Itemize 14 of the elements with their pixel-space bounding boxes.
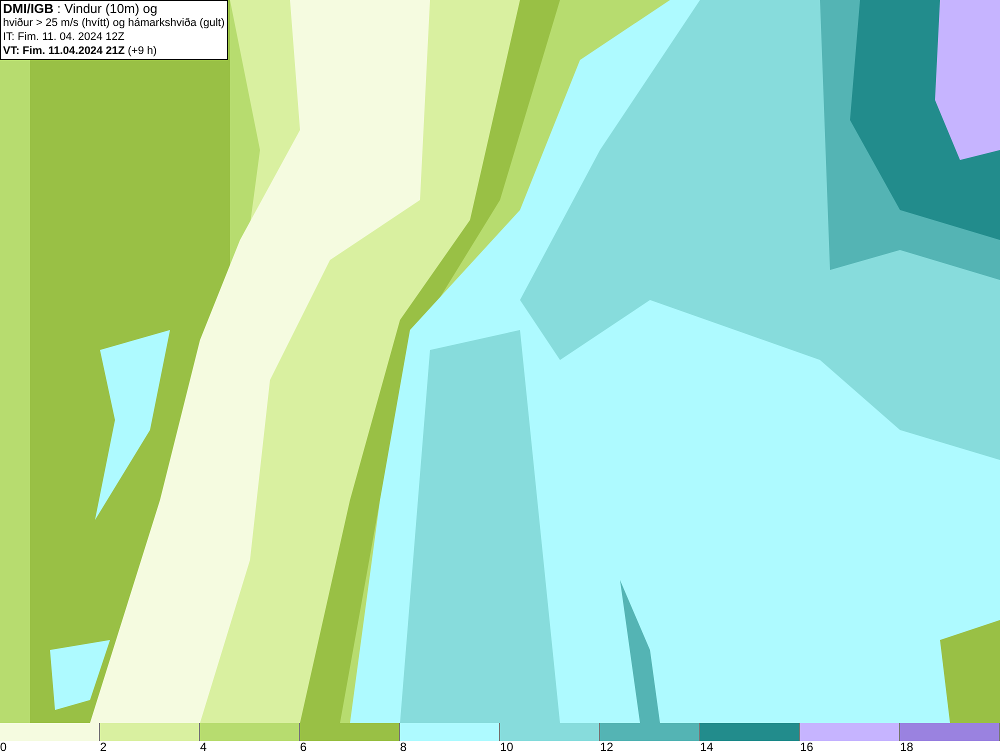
legend-label: 8 <box>400 740 407 753</box>
legend-label: 12 <box>600 740 614 753</box>
legend-label: 0 <box>0 740 7 753</box>
legend-label: 4 <box>200 740 207 753</box>
title-line: hviður > 25 m/s (hvítt) og hámarkshviða (gult) <box>3 16 225 30</box>
title-line: DMI/IGB : Vindur (10m) og <box>3 2 158 16</box>
title-line: IT: Fim. 11. 04. 2024 12Z <box>3 30 126 44</box>
legend-label: 16 <box>800 740 814 753</box>
title-line: VT: Fim. 11.04.2024 21Z (+9 h) <box>3 44 158 58</box>
legend-label: 18 <box>900 740 914 753</box>
legend-label: 6 <box>300 740 307 753</box>
legend-label: 10 <box>500 740 514 753</box>
legend-label: 2 <box>100 740 107 753</box>
legend-label: 14 <box>700 740 714 753</box>
